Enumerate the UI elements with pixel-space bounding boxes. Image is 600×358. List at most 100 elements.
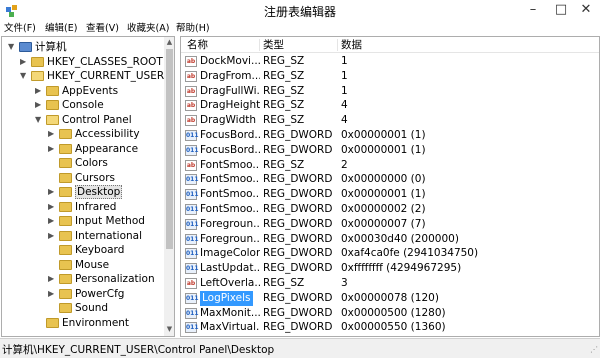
tree-node-label: Appearance (75, 142, 139, 155)
close-button[interactable]: ✕ (572, 0, 600, 20)
column-divider[interactable] (337, 39, 338, 51)
value-data: 0x00000500 (1280) (341, 306, 446, 319)
tree-node-label: Sound (75, 302, 109, 314)
value-row[interactable]: 011 LogPixels REG_DWORD 0x00000078 (120) (181, 290, 599, 306)
value-data: 0xffffffff (4294967295) (341, 262, 462, 275)
value-row[interactable]: 011 FocusBord... REG_DWORD 0x00000001 (1) (181, 128, 599, 143)
value-name: FocusBord... (200, 143, 260, 156)
value-name: FontSmoo... (200, 188, 260, 201)
folder-icon (59, 259, 72, 270)
value-row[interactable]: ab FontSmoo... REG_SZ 2 (181, 158, 599, 173)
value-type: REG_SZ (263, 158, 305, 171)
value-row[interactable]: 011 MaxVirtual... REG_DWORD 0x00000550 (136… (181, 320, 599, 335)
value-data: 1 (341, 69, 348, 82)
folder-icon (46, 317, 59, 328)
tree-node-label: Cursors (75, 171, 115, 184)
value-name: FontSmoo... (200, 173, 260, 186)
expand-arrow-icon[interactable]: ▶ (35, 84, 44, 98)
value-name: FontSmoo... (200, 158, 260, 171)
value-type: REG_DWORD (263, 306, 333, 319)
expand-arrow-icon[interactable]: ▶ (48, 200, 57, 214)
menu-view[interactable]: 查看(V) (86, 22, 119, 36)
folder-icon (59, 303, 72, 313)
expand-arrow-icon[interactable]: ▶ (48, 214, 57, 228)
value-name: DragHeight (200, 99, 260, 112)
value-row[interactable]: 011 FontSmoo... REG_DWORD 0x00000001 (1) (181, 187, 599, 202)
value-row[interactable]: ab DragWidth REG_SZ 4 (181, 113, 599, 128)
value-row[interactable]: 011 Foregroun... REG_DWORD 0x00030d40 (2000… (181, 232, 599, 247)
value-data: 4 (341, 114, 348, 127)
folder-icon (59, 187, 72, 197)
folder-icon (46, 85, 59, 96)
value-data: 0x00000001 (1) (341, 188, 426, 201)
menu-file[interactable]: 文件(F) (4, 22, 36, 36)
value-name: FontSmoo... (200, 203, 260, 215)
value-type: REG_SZ (263, 84, 305, 97)
scroll-up-arrow-icon[interactable]: ▲ (165, 38, 174, 48)
value-name: MaxVirtual... (200, 321, 260, 334)
open-folder-icon (31, 71, 44, 81)
menu-help[interactable]: 帮助(H) (176, 22, 210, 36)
value-row[interactable]: 011 FontSmoo... REG_DWORD 0x00000002 (2) (181, 202, 599, 217)
value-name: Foregroun... (200, 232, 260, 245)
expand-arrow-icon[interactable]: ▶ (48, 127, 57, 141)
value-row[interactable]: ab DragHeight REG_SZ 4 (181, 98, 599, 113)
folder-icon (59, 230, 72, 241)
value-type: REG_DWORD (263, 188, 333, 201)
value-row[interactable]: ab DragFrom... REG_SZ 1 (181, 69, 599, 84)
expand-arrow-icon[interactable]: ▶ (48, 287, 57, 301)
value-row[interactable]: ab DockMovi... REG_SZ 1 (181, 54, 599, 69)
expand-arrow-icon[interactable]: ▶ (48, 185, 57, 199)
string-value-icon: ab (185, 56, 197, 67)
status-path: 计算机\HKEY_CURRENT_USER\Control Panel\Desk… (2, 344, 275, 356)
folder-icon (31, 56, 44, 67)
value-data: 0x00000001 (1) (341, 129, 426, 141)
value-data: 1 (341, 84, 348, 97)
collapse-arrow-icon[interactable]: ▼ (20, 69, 29, 83)
scroll-down-arrow-icon[interactable]: ▼ (165, 325, 174, 335)
value-name: DockMovi... (200, 55, 260, 67)
maximize-button[interactable]: □ (548, 0, 574, 20)
minimize-button[interactable]: – (520, 0, 546, 20)
value-row[interactable]: 011 ImageColor REG_DWORD 0xaf4ca0fe (294103… (181, 246, 599, 261)
value-name: LogPixels (200, 290, 253, 306)
expand-arrow-icon[interactable]: ▶ (20, 55, 29, 69)
menu-edit[interactable]: 编辑(E) (45, 22, 77, 36)
value-row[interactable]: 011 FocusBord... REG_DWORD 0x00000001 (1) (181, 143, 599, 158)
expand-arrow-icon[interactable]: ▶ (35, 98, 44, 112)
values-header: 名称 类型 数据 (181, 37, 599, 53)
expand-arrow-icon[interactable]: ▶ (48, 272, 57, 286)
open-folder-icon (46, 114, 59, 125)
collapse-arrow-icon[interactable]: ▼ (35, 113, 44, 127)
column-divider[interactable] (259, 39, 260, 51)
values-pane[interactable]: 名称 类型 数据 ab DockMovi... REG_SZ 1 ab DragFrom.… (180, 36, 600, 337)
value-data: 1 (341, 55, 348, 67)
collapse-arrow-icon[interactable]: ▼ (8, 40, 17, 54)
value-row[interactable]: ab LeftOverla... REG_SZ 3 (181, 276, 599, 291)
value-type: REG_DWORD (263, 291, 333, 304)
value-data: 0x00000007 (7) (341, 217, 426, 230)
column-header-data[interactable]: 数据 (341, 37, 362, 53)
binary-value-icon: 011 (185, 144, 199, 156)
value-row[interactable]: 011 Foregroun... REG_DWORD 0x00000007 (7) (181, 217, 599, 232)
column-header-type[interactable]: 类型 (263, 37, 284, 53)
tree-scroll-thumb[interactable] (166, 49, 173, 249)
value-row[interactable]: ab DragFullWi... REG_SZ 1 (181, 84, 599, 99)
value-name: ImageColor (200, 247, 260, 260)
tree-scrollbar[interactable]: ▲ ▼ (164, 37, 174, 336)
expand-arrow-icon[interactable]: ▶ (48, 142, 57, 156)
column-header-name[interactable]: 名称 (187, 37, 208, 53)
resize-grip-icon[interactable]: ⋰ (590, 345, 598, 354)
tree-node-label: HKEY_CLASSES_ROOT (47, 55, 163, 68)
value-data: 0x00000002 (2) (341, 203, 426, 215)
binary-value-icon: 011 (185, 204, 199, 215)
value-data: 0x00030d40 (200000) (341, 232, 459, 245)
key-tree-pane[interactable]: ▼ 计算机 ▶ HKEY_CLASSES_ROOT ▼ HKEY_CURRENT_USER… (1, 36, 175, 337)
value-data: 0xaf4ca0fe (2941034750) (341, 247, 479, 260)
value-row[interactable]: 011 FontSmoo... REG_DWORD 0x00000000 (0) (181, 172, 599, 187)
value-row[interactable]: 011 MaxMonit... REG_DWORD 0x00000500 (1280) (181, 306, 599, 321)
value-row[interactable]: 011 LastUpdat... REG_DWORD 0xffffffff (4294… (181, 261, 599, 276)
tree-node-label: Console (62, 99, 104, 111)
expand-arrow-icon[interactable]: ▶ (48, 229, 57, 243)
menu-favorites[interactable]: 收藏夹(A) (127, 22, 169, 36)
